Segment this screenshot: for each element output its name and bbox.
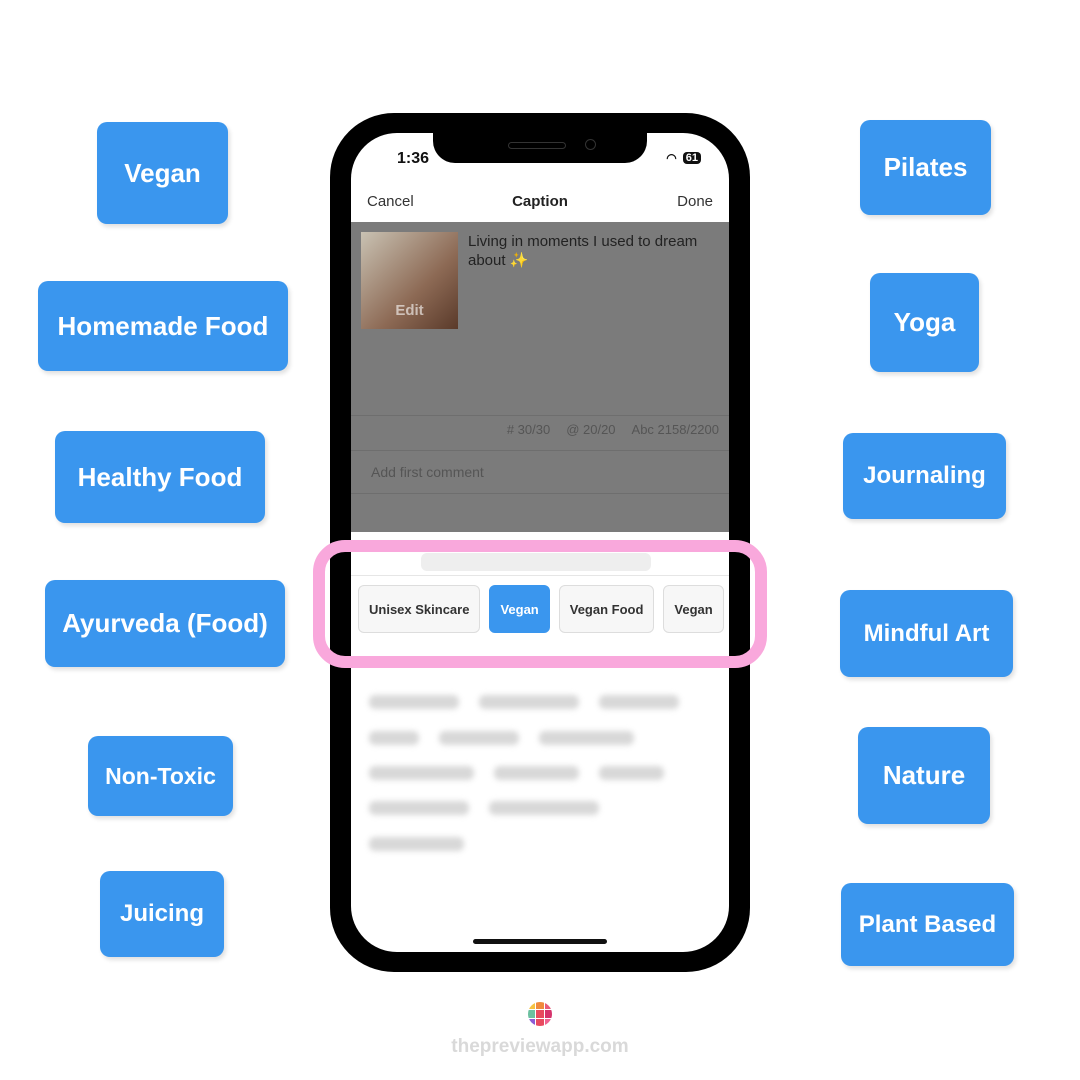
blurred-hashtags — [369, 695, 679, 709]
post-thumbnail[interactable]: Edit — [361, 232, 458, 329]
home-indicator — [473, 939, 607, 944]
counters: # 30/30 @ 20/20 Abc 2158/2200 — [507, 422, 719, 437]
blurred-hashtags — [369, 837, 464, 851]
tag-homemade-food: Homemade Food — [38, 281, 288, 371]
tag-vegan: Vegan — [97, 122, 228, 224]
tag-non-toxic: Non-Toxic — [88, 736, 233, 816]
battery-icon: 61 — [682, 152, 701, 164]
tag-pilates: Pilates — [860, 120, 991, 215]
footer-url[interactable]: thepreviewapp.com — [0, 1036, 1080, 1058]
tag-journaling: Journaling — [843, 433, 1006, 519]
edit-label[interactable]: Edit — [361, 302, 458, 319]
tag-plant-based: Plant Based — [841, 883, 1014, 966]
char-count: Abc 2158/2200 — [631, 422, 719, 437]
hashtag-count: # 30/30 — [506, 422, 551, 437]
tag-juicing: Juicing — [100, 871, 224, 957]
notch — [433, 133, 647, 163]
caption-text[interactable]: Living in moments I used to dream about … — [468, 232, 718, 270]
mention-count: @ 20/20 — [566, 422, 616, 437]
done-button[interactable]: Done — [677, 193, 713, 210]
tag-mindful-art: Mindful Art — [840, 590, 1013, 677]
blurred-hashtags — [369, 731, 634, 745]
blurred-hashtags — [369, 801, 599, 815]
tag-nature: Nature — [858, 727, 990, 824]
tag-ayurveda: Ayurveda (Food) — [45, 580, 285, 667]
blurred-hashtags — [369, 766, 664, 780]
wifi-icon: ◠ — [666, 151, 677, 165]
tag-yoga: Yoga — [870, 273, 979, 372]
page-title: Caption — [512, 193, 568, 210]
tag-healthy-food: Healthy Food — [55, 431, 265, 523]
first-comment-input[interactable]: Add first comment — [371, 464, 484, 480]
status-time: 1:36 — [397, 150, 430, 167]
nav-bar: Cancel Caption Done — [351, 183, 729, 222]
dimmed-editor: Edit Living in moments I used to dream a… — [351, 222, 729, 532]
app-logo-icon — [528, 1002, 552, 1026]
highlight-outline — [313, 540, 767, 668]
status-icons: ◠ 61 — [666, 151, 701, 165]
